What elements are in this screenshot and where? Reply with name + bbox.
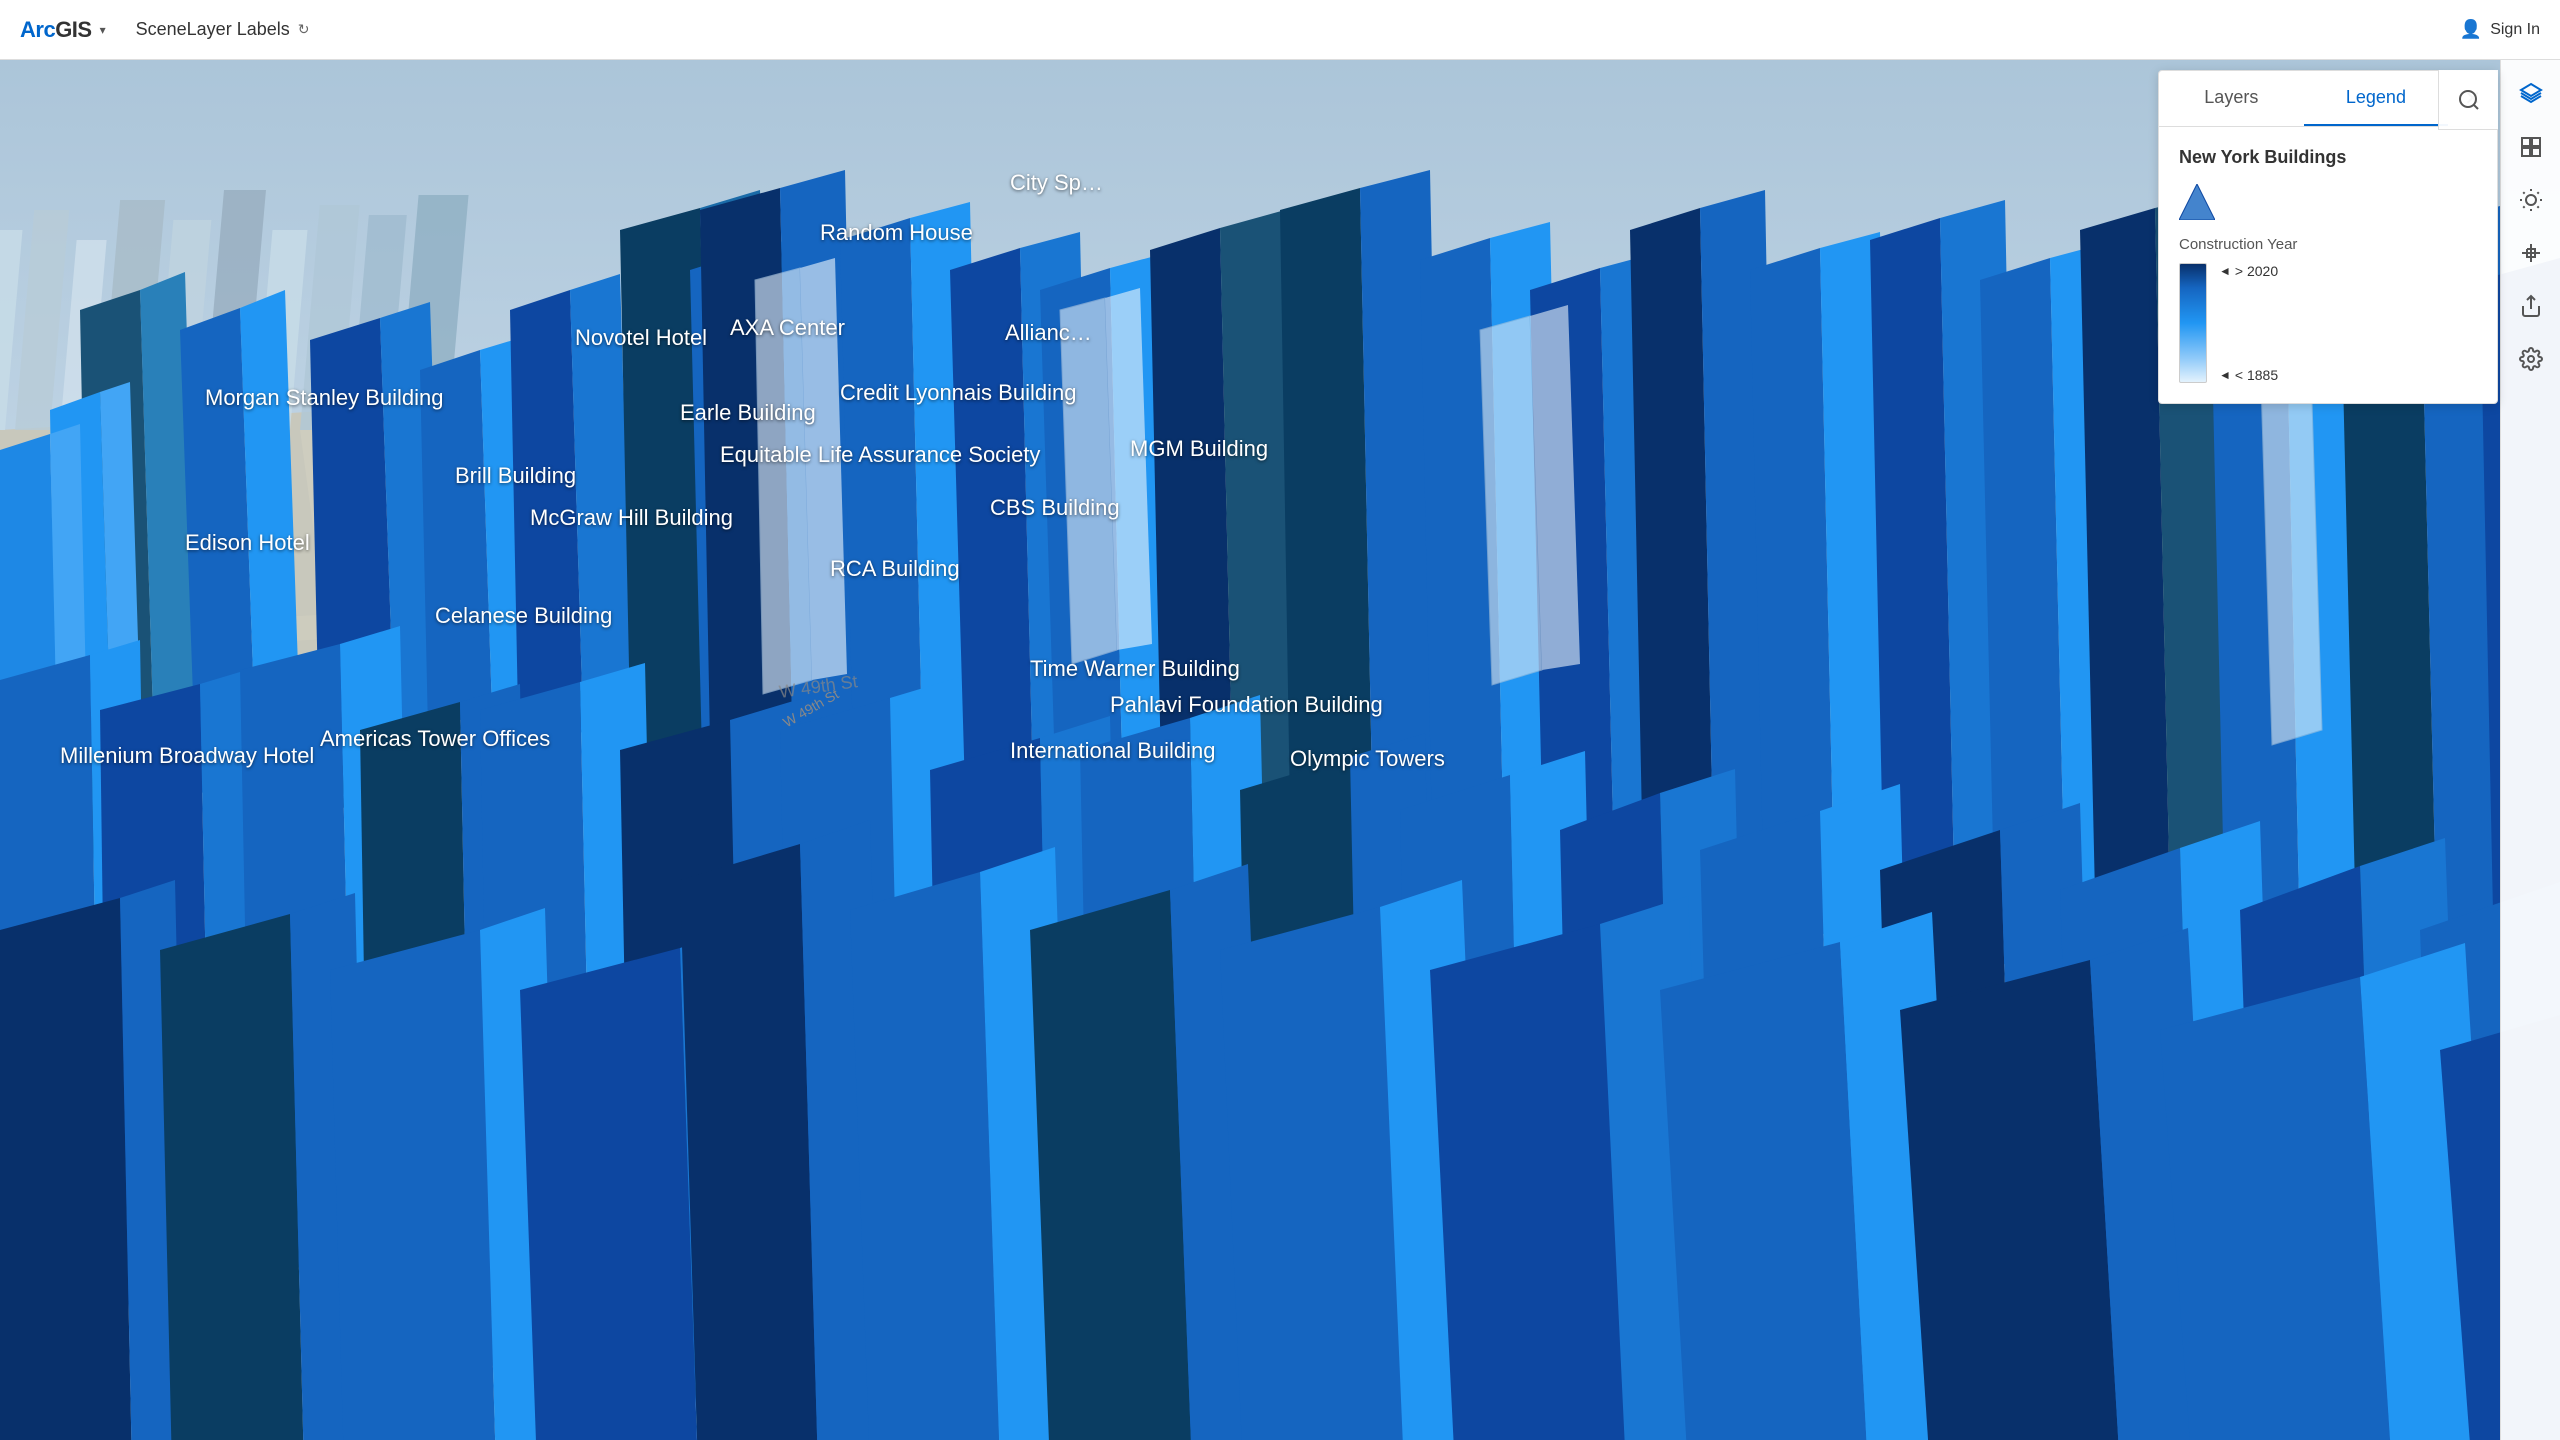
construction-year-label: Construction Year <box>2179 236 2477 253</box>
app-logo: ArcGIS <box>20 17 92 43</box>
tab-layers[interactable]: Layers <box>2159 71 2304 126</box>
ramp-min-text: < 1885 <box>2235 367 2278 383</box>
layer-name: New York Buildings <box>2179 147 2477 168</box>
basemap-button[interactable] <box>2507 123 2555 171</box>
ramp-arrow-min: ◄ <box>2219 368 2231 382</box>
user-icon: 👤 <box>2460 19 2482 40</box>
layers-panel-button[interactable] <box>2507 70 2555 118</box>
panel-content: New York Buildings Construction Year ◄ >… <box>2159 127 2497 403</box>
app-header: ArcGIS ▾ SceneLayer Labels ↻ 👤 Sign In <box>0 0 2560 60</box>
color-ramp <box>2179 263 2207 383</box>
layer-icon <box>2179 184 2215 220</box>
ramp-label-max: ◄ > 2020 <box>2219 263 2278 279</box>
ramp-labels: ◄ > 2020 ◄ < 1885 <box>2219 263 2278 383</box>
settings-button[interactable] <box>2507 335 2555 383</box>
ramp-arrow-max: ◄ <box>2219 264 2231 278</box>
navigation-button[interactable] <box>2507 229 2555 277</box>
logo-dropdown-arrow[interactable]: ▾ <box>100 23 106 37</box>
share-button[interactable] <box>2507 282 2555 330</box>
refresh-icon[interactable]: ↻ <box>298 21 310 38</box>
search-icon <box>2457 88 2481 112</box>
logo-area[interactable]: ArcGIS ▾ <box>20 17 106 43</box>
sidebar-right <box>2500 60 2560 1440</box>
map-title-text: SceneLayer Labels <box>136 19 290 40</box>
sign-in-button[interactable]: 👤 Sign In <box>2460 19 2540 40</box>
ramp-label-min: ◄ < 1885 <box>2219 367 2278 383</box>
color-ramp-container: ◄ > 2020 ◄ < 1885 <box>2179 263 2477 383</box>
daylight-button[interactable] <box>2507 176 2555 224</box>
sign-in-label: Sign In <box>2490 21 2540 39</box>
ramp-max-text: > 2020 <box>2235 263 2278 279</box>
search-button[interactable] <box>2438 70 2498 130</box>
map-title: SceneLayer Labels ↻ <box>136 19 310 40</box>
tab-legend[interactable]: Legend <box>2304 71 2449 126</box>
